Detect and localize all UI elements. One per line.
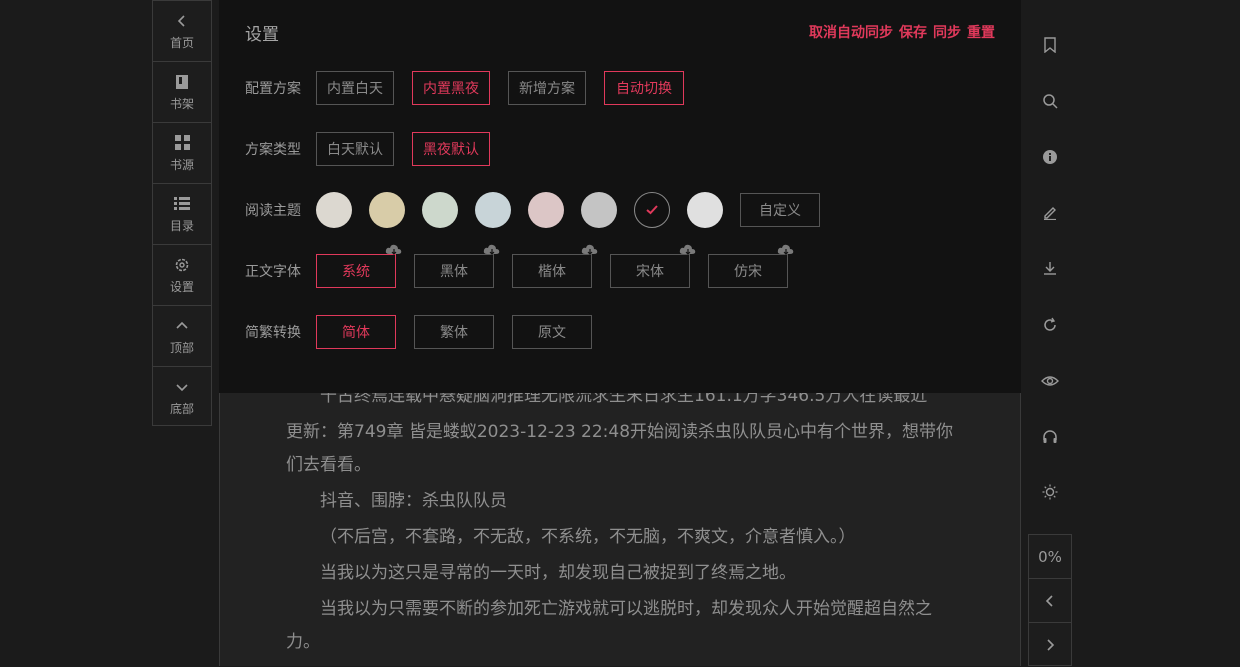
scheme-type-option[interactable]: 黑夜默认 [412,132,490,166]
font-option[interactable]: 宋体 [610,244,696,288]
reset-button[interactable]: 重置 [967,22,995,42]
scheme-option[interactable]: 内置白天 [316,71,394,105]
font-option[interactable]: 系统 [316,244,402,288]
scheme-type-option[interactable]: 白天默认 [316,132,394,166]
next-page-button[interactable] [1029,623,1071,667]
cloud-icon [777,244,795,260]
settings-actions: 取消自动同步 保存 同步 重置 [809,22,995,42]
font-option-label: 黑体 [440,264,468,280]
nav-toc-label: 目录 [169,218,194,233]
refresh-icon[interactable] [1041,316,1059,334]
info-icon[interactable] [1041,148,1059,166]
nav-top[interactable]: 顶部 [153,306,211,367]
paragraph: 当我以为这只是寻常的一天时，却发现自己被捉到了终焉之地。 [320,563,796,583]
font-option-label: 宋体 [636,264,664,280]
search-icon[interactable] [1041,92,1059,110]
convert-row: 简繁转换 简体 繁体 原文 [245,314,610,350]
nav-home-label: 首页 [169,35,194,50]
theme-swatch[interactable] [528,192,564,228]
nav-bookshelf-label: 书架 [169,96,194,111]
font-option[interactable]: 仿宋 [708,244,794,288]
nav-top-label: 顶部 [169,340,194,355]
chevron-left-icon [1045,594,1053,607]
paragraph: 更新：第749章 皆是蝼蚁2023-12-23 22:48开始阅读杀虫队队员心中… [286,422,954,475]
progress-controls: 0% [1028,534,1072,666]
cloud-icon [679,244,697,260]
settings-title: 设置 [245,25,279,45]
theme-swatch[interactable] [581,192,617,228]
font-option[interactable]: 楷体 [512,244,598,288]
custom-theme-button[interactable]: 自定义 [740,193,820,227]
scheme-option[interactable]: 自动切换 [604,71,684,105]
chevron-right-icon [1047,639,1055,651]
font-option[interactable]: 黑体 [414,244,500,288]
nav-bottom-label: 底部 [169,402,194,416]
font-label: 正文字体 [245,264,301,280]
convert-option[interactable]: 繁体 [414,315,494,349]
scheme-type-row: 方案类型 白天默认 黑夜默认 [245,131,508,167]
download-icon[interactable] [1041,259,1059,277]
font-option-label: 仿宋 [734,264,762,280]
gear-icon [174,256,190,274]
font-row: 正文字体 系统 黑体 楷体 宋体 仿宋 [245,244,806,289]
paragraph: （不后宫，不套路，不无敌，不系统，不无脑，不爽文，介意者慎入。） [320,527,856,547]
sync-button[interactable]: 同步 [933,22,961,42]
left-nav: 首页 书架 书源 目录 设置 顶部 底部 [152,0,212,426]
theme-label: 阅读主题 [245,203,301,219]
check-icon [646,205,658,215]
progress-percent: 0% [1029,535,1071,579]
nav-bottom[interactable]: 底部 [153,367,211,428]
scheme-row: 配置方案 内置白天 内置黑夜 新增方案 自动切换 [245,70,702,106]
bookmark-icon[interactable] [1041,36,1059,54]
nav-settings-label: 设置 [169,279,194,294]
paragraph: 抖音、围脖：杀虫队队员 [320,491,507,511]
theme-swatch[interactable] [687,192,723,228]
save-button[interactable]: 保存 [899,22,927,42]
cloud-icon [483,244,501,260]
nav-sources-label: 书源 [169,157,194,172]
scheme-option[interactable]: 内置黑夜 [412,71,490,105]
scheme-type-label: 方案类型 [245,142,301,158]
edit-icon[interactable] [1041,203,1059,221]
headphones-icon[interactable] [1041,428,1059,446]
theme-swatch-selected[interactable] [634,192,670,228]
chevron-up-icon [175,317,189,335]
convert-option[interactable]: 简体 [316,315,396,349]
cloud-icon [385,244,403,260]
convert-option[interactable]: 原文 [512,315,592,349]
scheme-option[interactable]: 新增方案 [508,71,586,105]
nav-bookshelf[interactable]: 书架 [153,62,211,123]
sun-icon[interactable] [1041,483,1059,501]
chapter-text: 千古终焉连载中悬疑脑洞推理无限流求生末日求生161.1万字346.5万人在读最近… [286,380,956,662]
book-icon [175,73,189,91]
cloud-icon [581,244,599,260]
cancel-auto-sync-button[interactable]: 取消自动同步 [809,22,893,42]
nav-home[interactable]: 首页 [153,1,211,62]
theme-row: 阅读主题 自定义 [245,192,838,228]
scheme-label: 配置方案 [245,81,301,97]
nav-sources[interactable]: 书源 [153,123,211,184]
nav-toc[interactable]: 目录 [153,184,211,245]
paragraph: 当我以为只需要不断的参加死亡游戏就可以逃脱时，却发现众人开始觉醒超自然之力。 [286,599,932,652]
chevron-left-icon [176,12,188,30]
font-option-label: 系统 [342,264,370,280]
list-icon [174,195,190,213]
eye-icon[interactable] [1041,372,1059,390]
chevron-down-icon [175,378,189,396]
grid-icon [174,134,190,152]
settings-panel: 设置 取消自动同步 保存 同步 重置 配置方案 内置白天 内置黑夜 新增方案 自… [219,0,1021,393]
prev-page-button[interactable] [1029,579,1071,623]
convert-label: 简繁转换 [245,325,301,341]
theme-swatch[interactable] [475,192,511,228]
theme-swatch[interactable] [422,192,458,228]
nav-settings[interactable]: 设置 [153,245,211,306]
theme-swatch[interactable] [369,192,405,228]
theme-swatch[interactable] [316,192,352,228]
font-option-label: 楷体 [538,264,566,280]
